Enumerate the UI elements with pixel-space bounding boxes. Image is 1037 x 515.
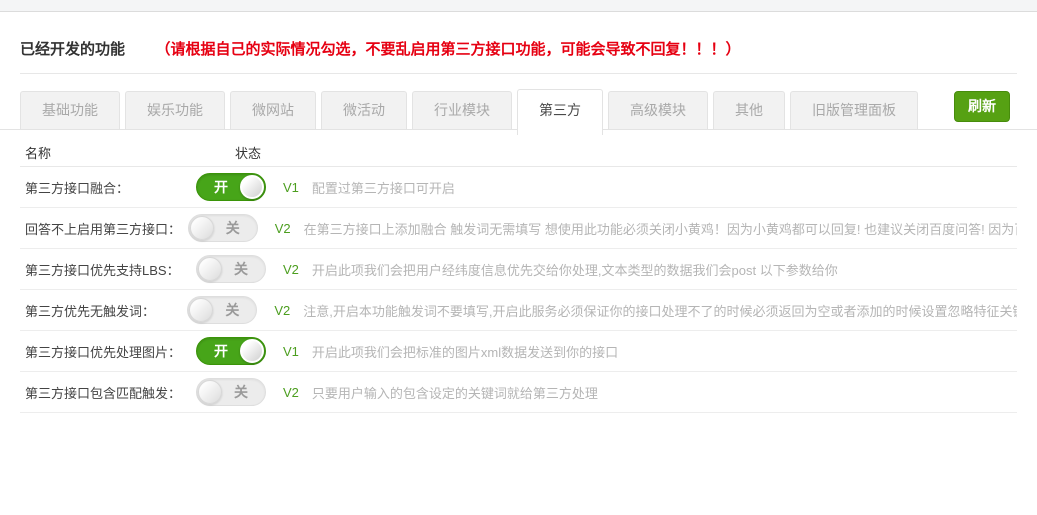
toggle-switch[interactable]: 开 <box>196 173 266 201</box>
table-row: 回答不上启用第三方接口： 关 V2 在第三方接口上添加融合 触发词无需填写 想使… <box>20 208 1017 249</box>
toggle-knob <box>189 298 213 322</box>
tab-4[interactable]: 行业模块 <box>412 91 512 129</box>
table-row: 第三方接口包含匹配触发： 关 V2 只要用户输入的包含设定的关键词就给第三方处理 <box>20 372 1017 413</box>
page-title: 已经开发的功能 <box>20 41 125 58</box>
toggle-switch[interactable]: 开 <box>196 337 266 365</box>
tab-bar: 基础功能娱乐功能微网站微活动行业模块第三方高级模块其他旧版管理面板刷新 <box>0 91 1037 130</box>
tab-1[interactable]: 娱乐功能 <box>125 91 225 129</box>
tab-2[interactable]: 微网站 <box>230 91 316 129</box>
feature-label: 第三方接口包含匹配触发： <box>20 383 196 402</box>
table-row: 第三方优先无触发词： 关 V2 注意,开启本功能触发词不要填写,开启此服务必须保… <box>20 290 1017 331</box>
toggle-knob <box>198 380 222 404</box>
feature-label: 第三方优先无触发词： <box>20 301 187 320</box>
toggle-switch[interactable]: 关 <box>196 255 266 283</box>
toggle-switch[interactable]: 关 <box>188 214 258 242</box>
table-row: 第三方接口融合： 开 V1 配置过第三方接口可开启 <box>20 167 1017 208</box>
toggle-state-label: 开 <box>214 174 228 200</box>
feature-description: 开启此项我们会把用户经纬度信息优先交给你处理,文本类型的数据我们会post 以下… <box>312 260 1017 279</box>
tab-3[interactable]: 微活动 <box>321 91 407 129</box>
feature-description: 在第三方接口上添加融合 触发词无需填写 想使用此功能必须关闭小黄鸡！因为小黄鸡都… <box>304 219 1017 238</box>
toggle-switch[interactable]: 关 <box>187 296 257 324</box>
version-badge: V1 <box>283 344 299 359</box>
toggle-switch[interactable]: 关 <box>196 378 266 406</box>
version-badge: V2 <box>274 303 290 318</box>
toggle-knob <box>240 339 264 363</box>
version-badge: V2 <box>275 221 291 236</box>
version-badge: V2 <box>283 385 299 400</box>
toggle-knob <box>240 175 264 199</box>
feature-table: 名称 状态 第三方接口融合： 开 V1 配置过第三方接口可开启 回答不上启用第三… <box>20 138 1017 413</box>
feature-label: 回答不上启用第三方接口： <box>20 219 188 238</box>
top-bar <box>0 0 1037 12</box>
tab-0[interactable]: 基础功能 <box>20 91 120 129</box>
column-header-status: 状态 <box>235 143 261 162</box>
toggle-state-label: 开 <box>214 338 228 364</box>
toggle-knob <box>190 216 214 240</box>
warning-text: （请根据自己的实际情况勾选，不要乱启用第三方接口功能，可能会导致不回复！！！） <box>155 41 740 58</box>
toggle-state-label: 关 <box>234 256 248 282</box>
page-header: 已经开发的功能 （请根据自己的实际情况勾选，不要乱启用第三方接口功能，可能会导致… <box>20 12 1017 74</box>
feature-description: 只要用户输入的包含设定的关键词就给第三方处理 <box>312 383 1017 402</box>
table-row: 第三方接口优先支持LBS： 关 V2 开启此项我们会把用户经纬度信息优先交给你处… <box>20 249 1017 290</box>
feature-label: 第三方接口优先处理图片： <box>20 342 196 361</box>
version-badge: V1 <box>283 180 299 195</box>
feature-label: 第三方接口融合： <box>20 178 196 197</box>
toggle-state-label: 关 <box>225 297 239 323</box>
table-header: 名称 状态 <box>20 138 1017 167</box>
refresh-button[interactable]: 刷新 <box>954 91 1010 122</box>
version-badge: V2 <box>283 262 299 277</box>
table-rows: 第三方接口融合： 开 V1 配置过第三方接口可开启 回答不上启用第三方接口： 关… <box>20 167 1017 413</box>
toggle-knob <box>198 257 222 281</box>
feature-description: 注意,开启本功能触发词不要填写,开启此服务必须保证你的接口处理不了的时候必须返回… <box>303 301 1017 320</box>
toggle-state-label: 关 <box>226 215 240 241</box>
tab-6[interactable]: 高级模块 <box>608 91 708 129</box>
tab-7[interactable]: 其他 <box>713 91 785 129</box>
column-header-name: 名称 <box>20 143 235 162</box>
feature-description: 开启此项我们会把标准的图片xml数据发送到你的接口 <box>312 342 1017 361</box>
table-row: 第三方接口优先处理图片： 开 V1 开启此项我们会把标准的图片xml数据发送到你… <box>20 331 1017 372</box>
tab-5[interactable]: 第三方 <box>517 89 603 135</box>
tab-8[interactable]: 旧版管理面板 <box>790 91 918 129</box>
feature-description: 配置过第三方接口可开启 <box>312 178 1017 197</box>
feature-label: 第三方接口优先支持LBS： <box>20 260 196 279</box>
toggle-state-label: 关 <box>234 379 248 405</box>
page: 已经开发的功能 （请根据自己的实际情况勾选，不要乱启用第三方接口功能，可能会导致… <box>0 0 1037 515</box>
